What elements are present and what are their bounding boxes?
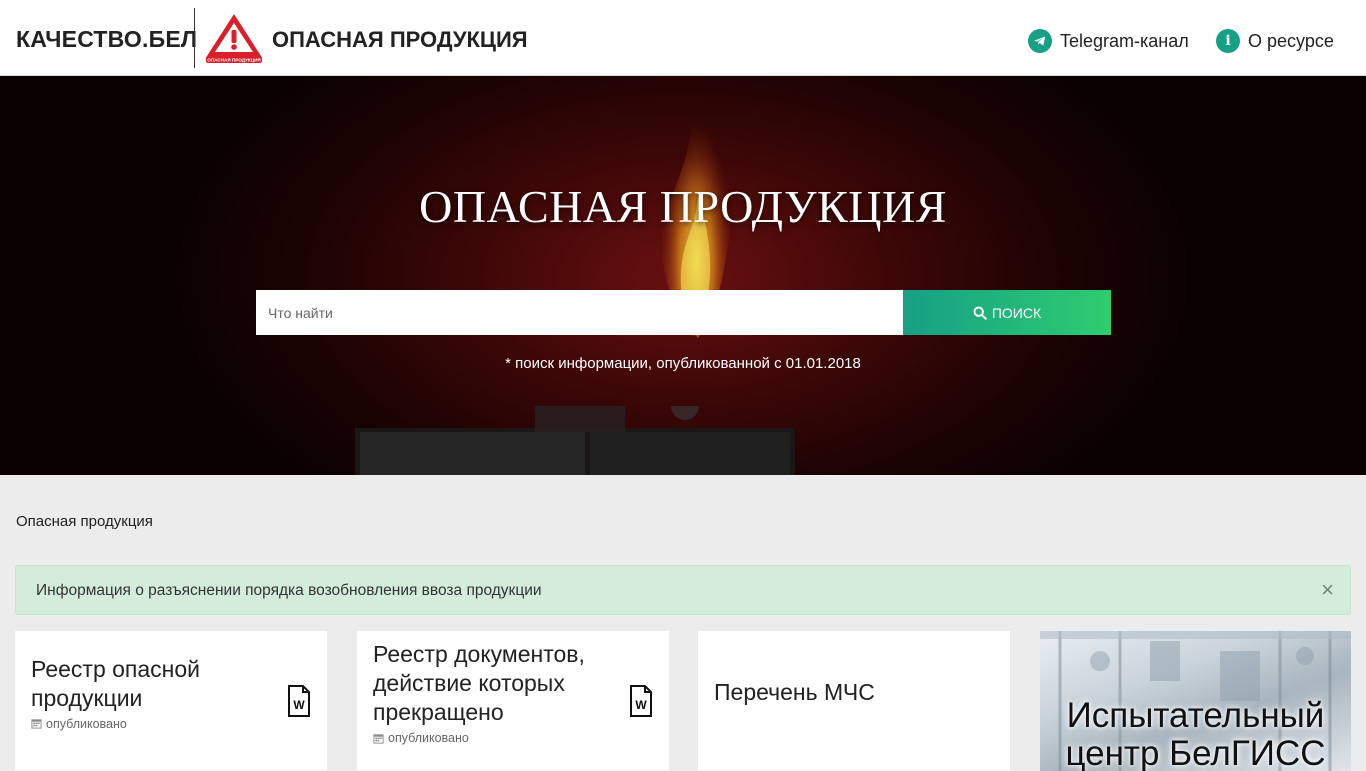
nav-telegram-label: Telegram-канал [1060, 30, 1189, 51]
card-emergency-ministry-list[interactable]: Перечень МЧС [698, 631, 1010, 771]
card-meta: опубликовано [373, 731, 609, 745]
svg-text:W: W [293, 698, 305, 712]
warning-logo-icon[interactable]: ОПАСНАЯ ПРОДУКЦИЯ [204, 12, 264, 64]
search-icon [973, 306, 987, 320]
card-title: Перечень МЧС [714, 679, 875, 705]
alert-link[interactable]: Информация о разъяснении порядка возобно… [36, 582, 542, 600]
info-alert: Информация о разъяснении порядка возобно… [15, 565, 1351, 615]
nav-about-label: О ресурсе [1248, 30, 1334, 51]
calendar-icon [373, 733, 384, 744]
card-dangerous-products-registry[interactable]: Реестр опасной продукции опубликовано W [15, 631, 327, 771]
nav-telegram-link[interactable]: Telegram-канал [1028, 29, 1189, 53]
site-title-link[interactable]: ОПАСНАЯ ПРОДУКЦИЯ [272, 27, 528, 53]
lighter-background-image [355, 406, 795, 475]
card-title: Реестр документов, действие которых прек… [373, 641, 585, 725]
telegram-icon [1028, 29, 1052, 53]
svg-text:W: W [635, 698, 647, 712]
breadcrumb: Опасная продукция [16, 513, 153, 530]
hero-title: ОПАСНАЯ ПРОДУКЦИЯ [419, 181, 947, 232]
close-icon[interactable]: × [1321, 579, 1334, 601]
calendar-icon [31, 719, 42, 729]
card-meta-label: опубликовано [46, 716, 127, 731]
brand-divider [194, 8, 195, 68]
card-meta-label: опубликовано [388, 731, 469, 745]
site-header: КАЧЕСТВО.БЕЛ ОПАСНАЯ ПРОДУКЦИЯ ОПАСНАЯ П… [0, 0, 1366, 76]
hero-section: ОПАСНАЯ ПРОДУКЦИЯ ПОИСК * поиск информац… [0, 76, 1366, 475]
logo-caption: ОПАСНАЯ ПРОДУКЦИЯ [207, 58, 260, 63]
search-button-label: ПОИСК [991, 304, 1042, 321]
belgiss-banner[interactable]: Испытательный центр БелГИСС [1040, 631, 1351, 771]
banner-text: Испытательный центр БелГИСС [1065, 696, 1326, 771]
card-title: Реестр опасной продукции [31, 655, 201, 711]
search-button[interactable]: ПОИСК [903, 290, 1111, 335]
brand-link[interactable]: КАЧЕСТВО.БЕЛ [16, 26, 197, 53]
word-file-icon: W [630, 684, 652, 717]
word-file-icon: W [288, 684, 310, 717]
search-input[interactable] [256, 290, 903, 335]
nav-about-link[interactable]: i О ресурсе [1216, 29, 1334, 53]
card-meta: опубликовано [31, 717, 267, 731]
search-note: * поиск информации, опубликованной с 01.… [505, 355, 861, 372]
card-terminated-documents-registry[interactable]: Реестр документов, действие которых прек… [357, 631, 669, 771]
info-icon: i [1216, 29, 1240, 53]
